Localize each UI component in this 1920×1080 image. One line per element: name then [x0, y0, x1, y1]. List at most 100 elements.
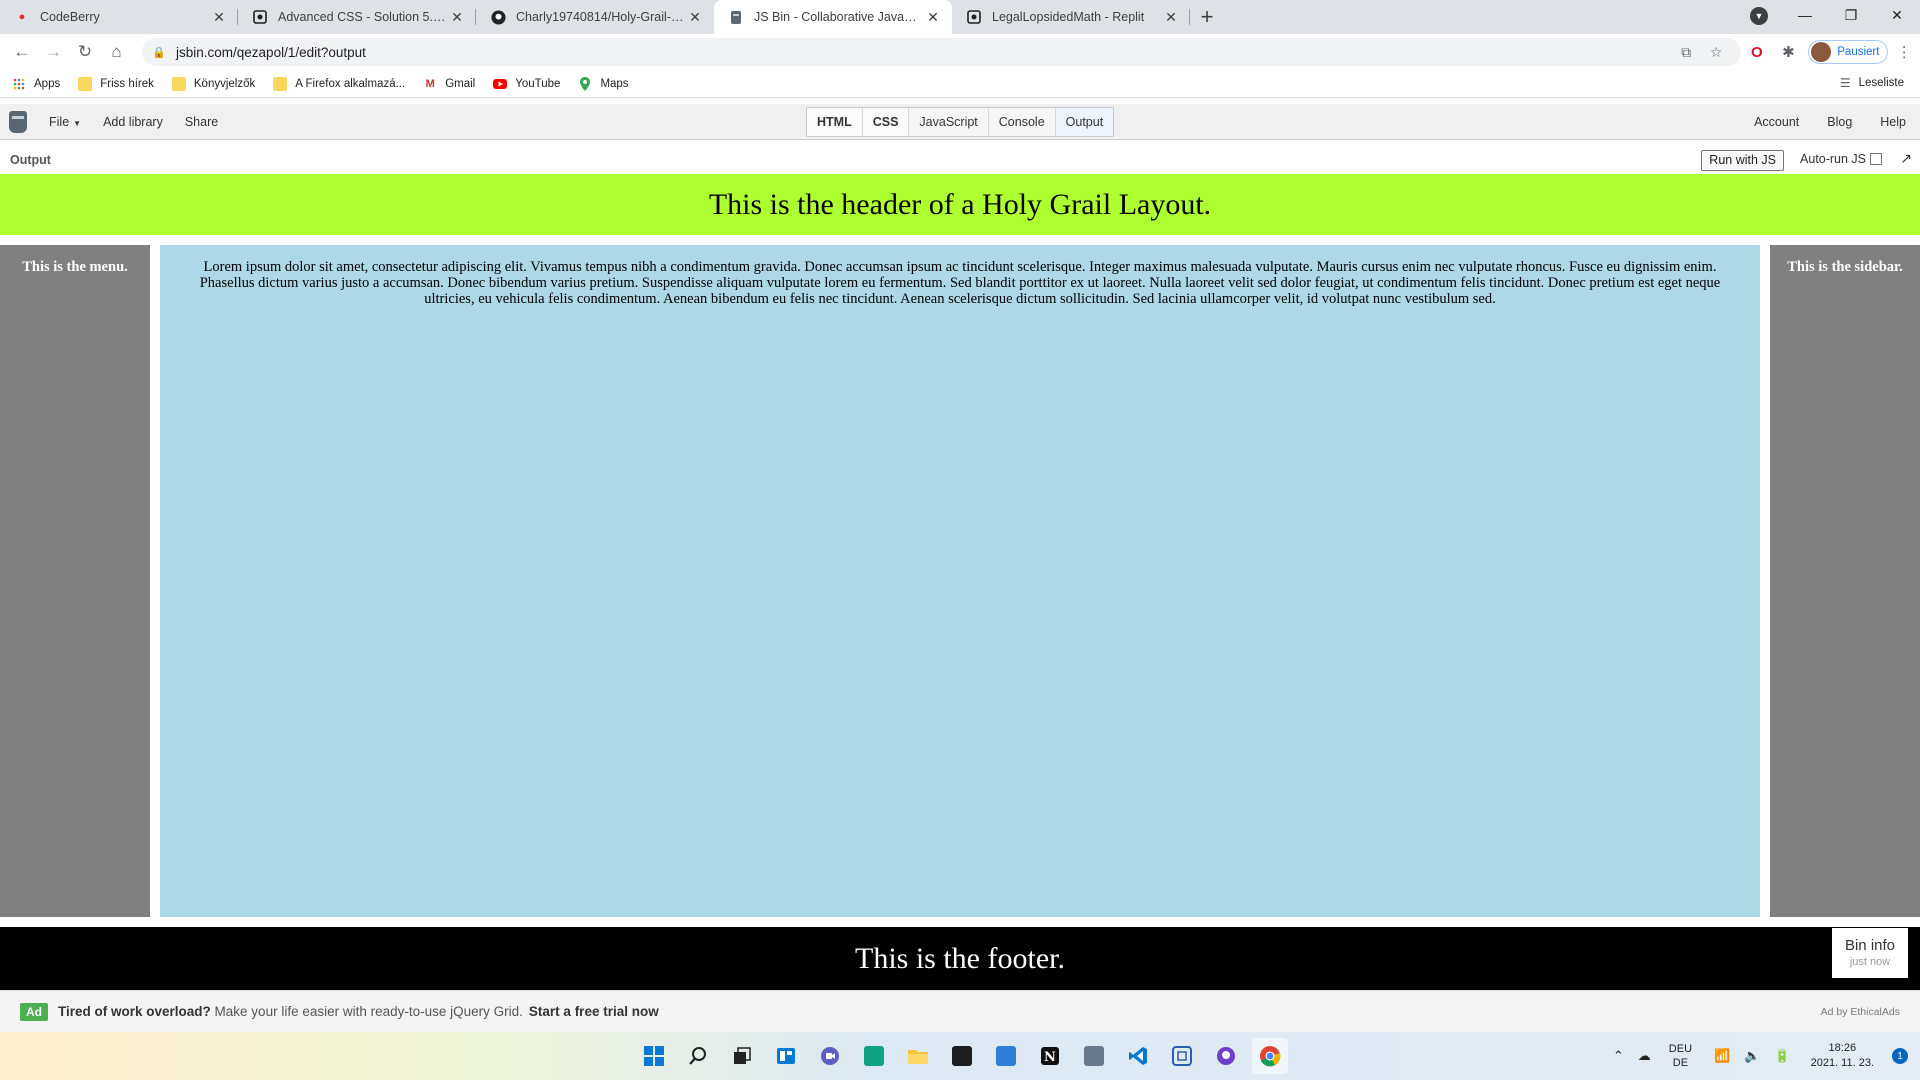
bookmark-firefox[interactable]: A Firefox alkalmazá...	[273, 76, 405, 91]
tab-search-icon[interactable]: ▼	[1750, 7, 1768, 25]
jsbin-logo-icon[interactable]	[9, 110, 27, 133]
notepad-icon[interactable]	[988, 1038, 1024, 1074]
calculator-icon[interactable]	[1076, 1038, 1112, 1074]
new-tab-button[interactable]: +	[1190, 0, 1224, 34]
close-icon[interactable]: ✕	[210, 9, 228, 26]
forward-button[interactable]: →	[38, 36, 70, 68]
opera-extension-icon[interactable]: O	[1741, 36, 1773, 68]
tab-output[interactable]: Output	[1055, 108, 1114, 136]
chrome-icon[interactable]	[1252, 1038, 1288, 1074]
language-bottom: DE	[1672, 1057, 1689, 1069]
chevron-up-icon[interactable]: ⌃	[1613, 1048, 1624, 1064]
reading-list-icon: ☰	[1839, 76, 1851, 90]
bracket-app-icon[interactable]	[1164, 1038, 1200, 1074]
tab-github[interactable]: Charly19740814/Holy-Grail-Layout ✕	[476, 0, 714, 34]
extensions-puzzle-icon[interactable]: ✱	[1773, 36, 1805, 68]
battery-icon[interactable]: 🔋	[1774, 1048, 1790, 1064]
auto-run-checkbox[interactable]	[1870, 153, 1882, 165]
tab-javascript[interactable]: JavaScript	[909, 108, 989, 136]
task-view-icon[interactable]	[724, 1038, 760, 1074]
home-button[interactable]: ⌂	[101, 36, 133, 68]
bookmark-maps[interactable]: Maps	[578, 76, 629, 91]
jsbin-right-links: Account Blog Help	[1726, 104, 1906, 140]
widgets-icon[interactable]	[768, 1038, 804, 1074]
blog-link[interactable]: Blog	[1827, 115, 1852, 129]
close-icon[interactable]: ✕	[924, 9, 942, 26]
bookmark-friss-hirek[interactable]: Friss hírek	[78, 76, 154, 91]
bookmark-label: Apps	[34, 77, 61, 90]
browser-tab-strip: ● CodeBerry ✕ Advanced CSS - Solution 5.…	[0, 0, 1920, 34]
terminal-green-icon[interactable]	[856, 1038, 892, 1074]
add-library-button[interactable]: Add library	[103, 115, 163, 129]
close-window-button[interactable]: ✕	[1874, 0, 1920, 30]
windows-start-icon[interactable]	[636, 1038, 672, 1074]
folder-icon	[171, 76, 186, 91]
profile-button[interactable]: Pausiert	[1808, 40, 1889, 64]
restore-button[interactable]: ❐	[1828, 0, 1874, 30]
url-text[interactable]: jsbin.com/qezapol/1/edit?output	[176, 45, 1671, 60]
tab-title: LegalLopsidedMath - Replit	[992, 10, 1145, 24]
account-link[interactable]: Account	[1754, 115, 1799, 129]
popout-arrow-icon[interactable]: ↗	[1900, 150, 1912, 167]
github-icon	[490, 9, 506, 25]
tab-codeberry[interactable]: ● CodeBerry ✕	[0, 0, 238, 34]
bin-info-button[interactable]: Bin info just now	[1832, 928, 1908, 978]
auto-run-label: Auto-run JS	[1799, 152, 1866, 166]
bookmark-youtube[interactable]: YouTube	[493, 77, 560, 91]
language-indicator[interactable]: DEU DE	[1669, 1042, 1692, 1070]
vscode-icon[interactable]	[1120, 1038, 1156, 1074]
command-prompt-icon[interactable]	[944, 1038, 980, 1074]
tab-html[interactable]: HTML	[807, 108, 863, 136]
bin-info-title: Bin info	[1844, 937, 1896, 954]
wifi-icon[interactable]: 📶	[1714, 1048, 1730, 1064]
ad-cta-link[interactable]: Start a free trial now	[529, 1004, 659, 1019]
github-desktop-icon[interactable]	[1208, 1038, 1244, 1074]
onedrive-cloud-icon[interactable]: ☁	[1638, 1048, 1651, 1064]
teams-chat-icon[interactable]	[812, 1038, 848, 1074]
address-bar[interactable]: 🔒 jsbin.com/qezapol/1/edit?output ⧉ ☆	[142, 38, 1742, 66]
tab-advanced-css[interactable]: Advanced CSS - Solution 5.2 - Replit ✕	[238, 0, 476, 34]
tab-css[interactable]: CSS	[862, 108, 910, 136]
volume-icon[interactable]: 🔈	[1744, 1048, 1760, 1064]
search-icon[interactable]	[680, 1038, 716, 1074]
bookmark-gmail[interactable]: M Gmail	[423, 77, 476, 91]
auto-run-toggle[interactable]: Auto-run JS	[1800, 152, 1882, 166]
bookmark-konyvjelzok[interactable]: Könyvjelzők	[171, 76, 255, 91]
file-explorer-icon[interactable]	[900, 1038, 936, 1074]
reading-list-button[interactable]: ☰ Leseliste	[1840, 76, 1904, 90]
ad-text[interactable]: Tired of work overload? Make your life e…	[58, 1004, 523, 1019]
tab-replit[interactable]: LegalLopsidedMath - Replit ✕	[952, 0, 1190, 34]
file-menu[interactable]: File ▼	[49, 115, 81, 129]
close-icon[interactable]: ✕	[686, 9, 704, 26]
tab-console[interactable]: Console	[989, 108, 1056, 136]
layout-menu: This is the menu.	[0, 245, 150, 917]
bookmark-label: Friss hírek	[100, 77, 154, 90]
tab-separator	[1189, 9, 1190, 25]
bin-info-time: just now	[1849, 956, 1891, 968]
ad-attribution[interactable]: Ad by EthicalAds	[1821, 1006, 1900, 1018]
run-with-js-button[interactable]: Run with JS	[1701, 150, 1784, 171]
tab-jsbin[interactable]: JS Bin - Collaborative JavaScript Debugg…	[714, 0, 952, 34]
notion-icon[interactable]: N	[1032, 1038, 1068, 1074]
notification-badge[interactable]: 1	[1892, 1048, 1908, 1064]
window-controls: — ❐ ✕	[1782, 0, 1920, 30]
maps-icon	[578, 76, 592, 91]
translate-icon[interactable]: ⧉	[1671, 44, 1701, 61]
bookmark-star-icon[interactable]: ☆	[1701, 44, 1731, 61]
close-icon[interactable]: ✕	[448, 9, 466, 26]
help-link[interactable]: Help	[1880, 115, 1906, 129]
back-button[interactable]: ←	[6, 36, 38, 68]
bookmark-apps[interactable]: Apps	[12, 77, 60, 91]
minimize-button[interactable]: —	[1782, 0, 1828, 30]
tab-title: Charly19740814/Holy-Grail-Layout	[516, 10, 686, 24]
ad-tag: Ad	[20, 1002, 48, 1021]
reload-button[interactable]: ↻	[69, 36, 101, 68]
system-clock[interactable]: 18:26 2021. 11. 23.	[1811, 1041, 1874, 1071]
share-button[interactable]: Share	[185, 115, 218, 129]
browser-toolbar: ← → ↻ ⌂ 🔒 jsbin.com/qezapol/1/edit?outpu…	[0, 34, 1920, 70]
language-top: DEU	[1668, 1043, 1693, 1055]
lock-icon[interactable]: 🔒	[152, 46, 166, 59]
browser-menu-icon[interactable]: ⋮	[1888, 36, 1920, 68]
close-icon[interactable]: ✕	[1162, 9, 1180, 26]
output-preview: This is the header of a Holy Grail Layou…	[0, 174, 1920, 990]
